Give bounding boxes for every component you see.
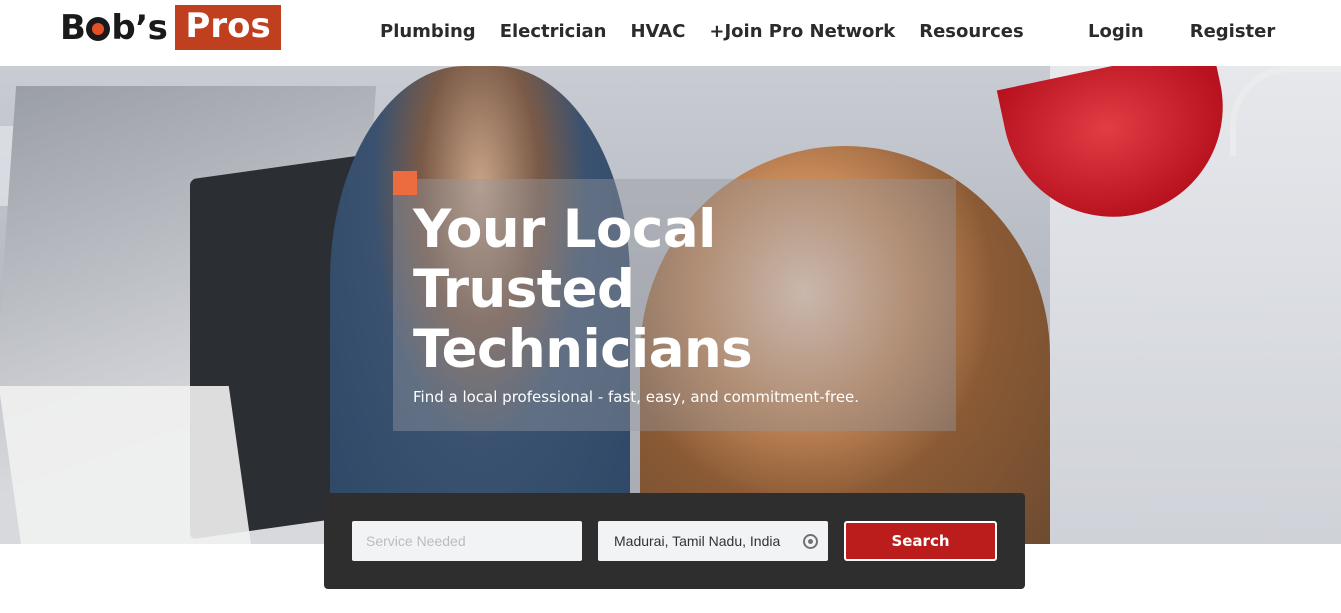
hero-photo-papers: [0, 386, 252, 544]
hero-banner: Your Local Trusted Technicians Find a lo…: [0, 66, 1341, 544]
location-field[interactable]: [598, 521, 828, 561]
logo-pros-badge: Pros: [175, 5, 281, 50]
nav-join-pro-network[interactable]: +Join Pro Network: [709, 21, 895, 42]
nav-resources[interactable]: Resources: [919, 21, 1023, 42]
main-nav: Plumbing Electrician HVAC +Join Pro Netw…: [380, 0, 1024, 62]
hero-title: Your Local Trusted Technicians: [413, 199, 753, 380]
service-input[interactable]: [352, 521, 582, 561]
hero-subtitle: Find a local professional - fast, easy, …: [413, 388, 860, 406]
search-button[interactable]: Search: [844, 521, 997, 561]
location-input[interactable]: [598, 521, 798, 561]
hero-accent-square: [393, 171, 417, 195]
search-bar: Search: [324, 493, 1025, 589]
brand-logo[interactable]: Bb’s Pros: [60, 5, 281, 50]
nav-electrician[interactable]: Electrician: [500, 21, 607, 42]
site-header: Bb’s Pros Plumbing Electrician HVAC +Joi…: [0, 0, 1341, 66]
logo-text: Bb’s: [60, 7, 168, 48]
locate-icon[interactable]: [803, 534, 818, 549]
nav-plumbing[interactable]: Plumbing: [380, 21, 476, 42]
logo-o-mark: [86, 16, 111, 41]
auth-nav: Login Register: [1088, 0, 1275, 62]
register-link[interactable]: Register: [1190, 21, 1276, 42]
nav-hvac[interactable]: HVAC: [630, 21, 685, 42]
login-link[interactable]: Login: [1088, 21, 1144, 42]
